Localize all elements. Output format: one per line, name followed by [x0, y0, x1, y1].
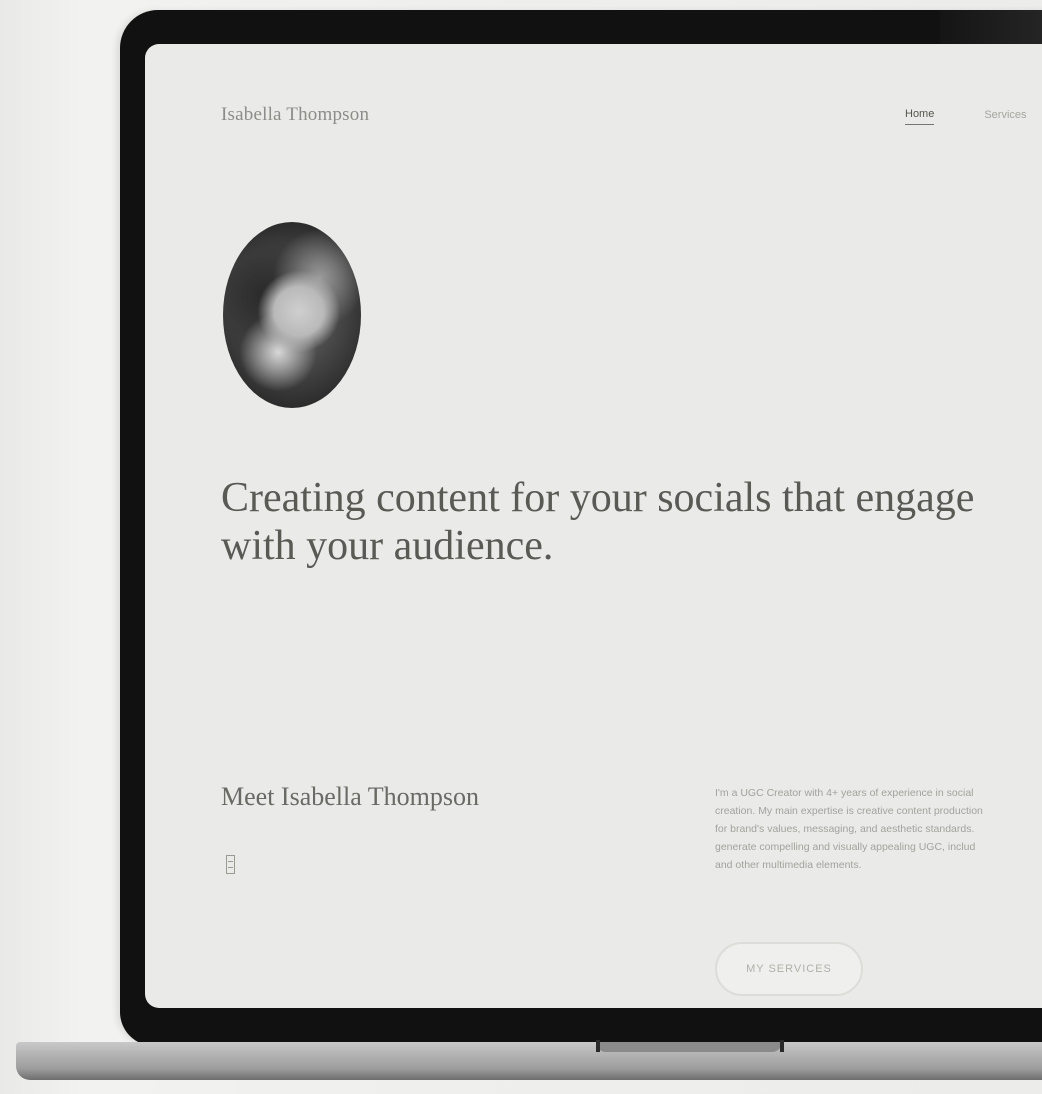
main-nav: Home Services: [905, 108, 1027, 125]
menu-icon: [226, 855, 235, 874]
hero-title: Creating content for your socials that e…: [221, 475, 975, 569]
services-button[interactable]: MY SERVICES: [715, 942, 863, 996]
laptop-hinge-notch: [596, 1042, 782, 1052]
laptop-base: [16, 1042, 1042, 1080]
laptop-foot-left: [596, 1040, 600, 1052]
nav-item-home[interactable]: Home: [905, 108, 935, 125]
bio-line: creation. My main expertise is creative …: [715, 805, 983, 817]
bio-line: and other multimedia elements.: [715, 859, 862, 871]
bio-line: I'm a UGC Creator with 4+ years of exper…: [715, 787, 974, 799]
site-header: Isabella Thompson Home Services: [145, 44, 1042, 184]
bio-line: for brand's values, messaging, and aesth…: [715, 823, 975, 835]
laptop-screen: Isabella Thompson Home Services Creating…: [145, 44, 1042, 1008]
site-brand[interactable]: Isabella Thompson: [221, 104, 369, 126]
avatar: [223, 222, 361, 408]
bio-line: generate compelling and visually appeali…: [715, 841, 976, 853]
about-heading: Meet Isabella Thompson: [221, 782, 480, 811]
laptop-foot-right: [780, 1040, 784, 1052]
about-bio: I'm a UGC Creator with 4+ years of exper…: [715, 784, 1042, 874]
nav-item-services[interactable]: Services: [984, 109, 1026, 125]
